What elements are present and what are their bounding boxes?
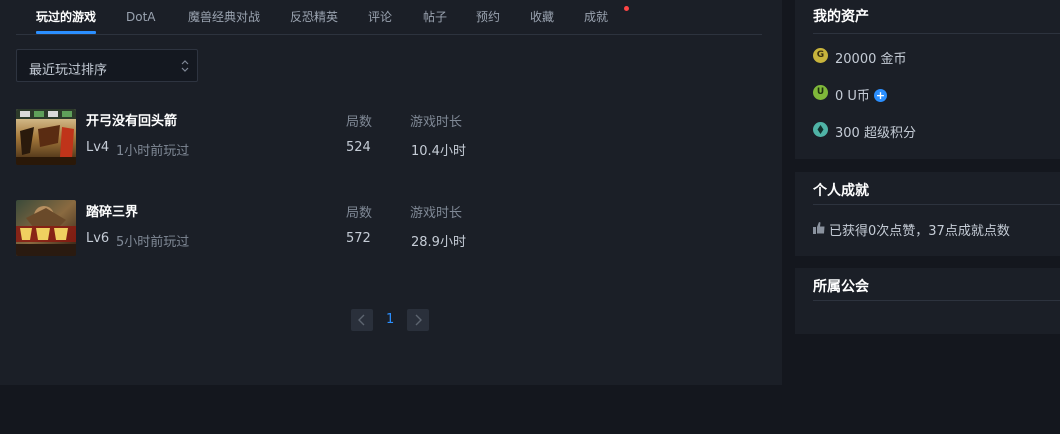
main-content: 玩过的游戏 DotA 魔兽经典对战 反恐精英 评论 帖子 预约 收藏 成就 最近… bbox=[0, 0, 782, 385]
rounds-label: 局数 bbox=[346, 115, 373, 130]
rounds-value: 572 bbox=[346, 231, 371, 246]
game-cover-tasui-icon[interactable] bbox=[16, 200, 76, 256]
notification-dot bbox=[624, 6, 629, 11]
achievements-text: 已获得0次点赞，37点成就点数 bbox=[829, 224, 1010, 239]
points-text: 300 超级积分 bbox=[835, 126, 916, 141]
tab-counter-strike[interactable]: 反恐精英 bbox=[290, 9, 338, 25]
rounds-label: 局数 bbox=[346, 206, 373, 221]
add-ucoin-plus-icon[interactable]: + bbox=[873, 89, 887, 102]
game-level: Lv4 bbox=[86, 140, 110, 155]
sort-arrows-icon bbox=[181, 60, 189, 72]
assets-panel: 我的资产 G 20000 金币 U 0 U币 + 300 超级积分 bbox=[795, 0, 1060, 159]
tab-posts[interactable]: 帖子 bbox=[423, 9, 447, 25]
game-title[interactable]: 踏碎三界 bbox=[86, 201, 138, 220]
game-cover-kaigong-icon[interactable] bbox=[16, 109, 76, 165]
game-row[interactable]: 开弓没有回头箭 Lv4 1小时前玩过 局数 524 游戏时长 10.4小时 bbox=[16, 109, 716, 165]
divider bbox=[813, 300, 1060, 301]
tab-favorites[interactable]: 收藏 bbox=[530, 9, 554, 25]
chevron-left-icon bbox=[358, 314, 365, 326]
thumbs-up-icon bbox=[813, 222, 825, 234]
ucoin-balance: U 0 U币 + bbox=[813, 85, 1013, 104]
tab-warcraft-classic[interactable]: 魔兽经典对战 bbox=[188, 9, 260, 25]
playtime-value: 10.4小时 bbox=[411, 144, 466, 159]
gold-coin-icon: G bbox=[813, 48, 828, 63]
playtime-label: 游戏时长 bbox=[410, 206, 463, 221]
tab-dota[interactable]: DotA bbox=[126, 9, 156, 25]
tab-bar: 玩过的游戏 DotA 魔兽经典对战 反恐精英 评论 帖子 预约 收藏 成就 bbox=[16, 0, 762, 35]
chevron-right-icon bbox=[415, 314, 422, 326]
playtime-label: 游戏时长 bbox=[410, 115, 463, 130]
game-title[interactable]: 开弓没有回头箭 bbox=[86, 110, 177, 129]
sort-dropdown[interactable]: 最近玩过排序 bbox=[16, 49, 198, 82]
divider bbox=[813, 204, 1060, 205]
tab-played-games[interactable]: 玩过的游戏 bbox=[36, 9, 96, 25]
gold-balance: G 20000 金币 bbox=[813, 48, 1013, 67]
active-tab-indicator bbox=[36, 31, 96, 34]
achievements-panel: 个人成就 已获得0次点赞，37点成就点数 bbox=[795, 172, 1060, 256]
game-last-played: 1小时前玩过 bbox=[116, 144, 190, 159]
assets-title: 我的资产 bbox=[813, 9, 869, 25]
achievements-summary: 已获得0次点赞，37点成就点数 bbox=[813, 220, 1058, 239]
game-level: Lv6 bbox=[86, 231, 110, 246]
ucoin-text: 0 U币 bbox=[835, 89, 870, 104]
page-number[interactable]: 1 bbox=[386, 312, 394, 327]
tab-comments[interactable]: 评论 bbox=[368, 9, 392, 25]
prev-page-button[interactable] bbox=[351, 309, 373, 331]
rounds-value: 524 bbox=[346, 140, 371, 155]
guild-title: 所属公会 bbox=[813, 279, 869, 295]
points-gem-icon bbox=[813, 122, 828, 137]
next-page-button[interactable] bbox=[407, 309, 429, 331]
game-last-played: 5小时前玩过 bbox=[116, 235, 190, 250]
tab-reservations[interactable]: 预约 bbox=[476, 9, 500, 25]
tab-achievements[interactable]: 成就 bbox=[584, 9, 608, 25]
guild-panel: 所属公会 bbox=[795, 268, 1060, 334]
points-balance: 300 超级积分 bbox=[813, 122, 1013, 141]
game-row[interactable]: 踏碎三界 Lv6 5小时前玩过 局数 572 游戏时长 28.9小时 bbox=[16, 200, 716, 256]
achievements-title: 个人成就 bbox=[813, 183, 869, 199]
gold-text: 20000 金币 bbox=[835, 52, 907, 67]
playtime-value: 28.9小时 bbox=[411, 235, 466, 250]
sort-dropdown-value: 最近玩过排序 bbox=[29, 63, 108, 78]
divider bbox=[813, 33, 1060, 34]
ucoin-icon: U bbox=[813, 85, 828, 100]
